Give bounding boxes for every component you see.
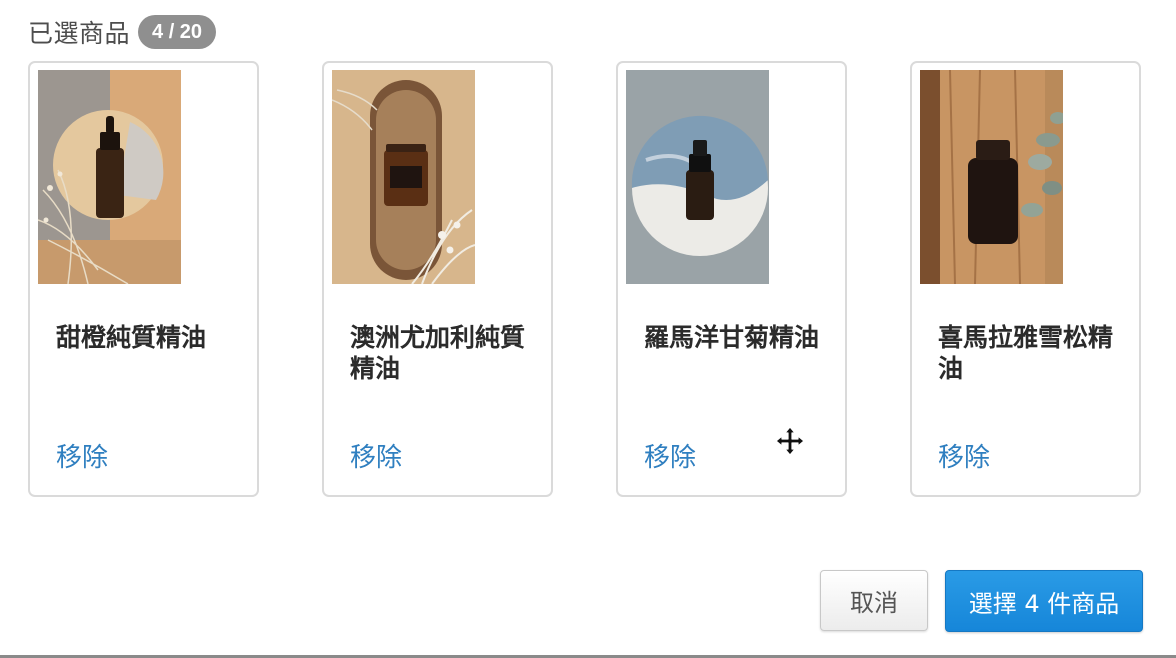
- product-name: 甜橙純質精油: [56, 323, 207, 352]
- amber-jar-on-wood-tray-photo: [332, 70, 475, 284]
- cancel-button[interactable]: 取消: [820, 570, 928, 631]
- amber-dropper-bottle-photo: [38, 70, 181, 284]
- remove-button[interactable]: 移除: [938, 437, 990, 474]
- header-title: 已選商品: [28, 19, 131, 48]
- move-cursor-icon: [775, 426, 805, 456]
- spray-bottle-on-ceramic-plate-photo: [626, 70, 769, 284]
- product-card: 喜馬拉雅雪松精油 移除: [910, 61, 1141, 497]
- product-image: [626, 70, 769, 284]
- product-image: [332, 70, 475, 284]
- remove-button[interactable]: 移除: [56, 437, 108, 474]
- product-card: 甜橙純質精油 移除: [28, 61, 259, 497]
- product-name: 喜馬拉雅雪松精油: [938, 323, 1114, 383]
- product-card: 澳洲尤加利純質精油 移除: [322, 61, 553, 497]
- selection-count-badge: 4 / 20: [138, 15, 217, 49]
- selected-products-dialog: 已選商品 4 / 20 甜橙純質精油 移除 澳洲尤加利純質精油 移除 羅馬洋甘菊…: [0, 0, 1176, 658]
- confirm-select-button[interactable]: 選擇 4 件商品: [945, 570, 1143, 632]
- product-image: [38, 70, 181, 284]
- product-name: 羅馬洋甘菊精油: [644, 323, 820, 352]
- remove-button[interactable]: 移除: [350, 437, 402, 474]
- product-name: 澳洲尤加利純質精油: [350, 323, 526, 383]
- remove-button[interactable]: 移除: [644, 437, 696, 474]
- product-image: [920, 70, 1063, 284]
- dark-glass-jar-on-wood-photo: [920, 70, 1063, 284]
- selected-products-header: 已選商品 4 / 20: [28, 14, 217, 50]
- product-card: 羅馬洋甘菊精油 移除: [616, 61, 847, 497]
